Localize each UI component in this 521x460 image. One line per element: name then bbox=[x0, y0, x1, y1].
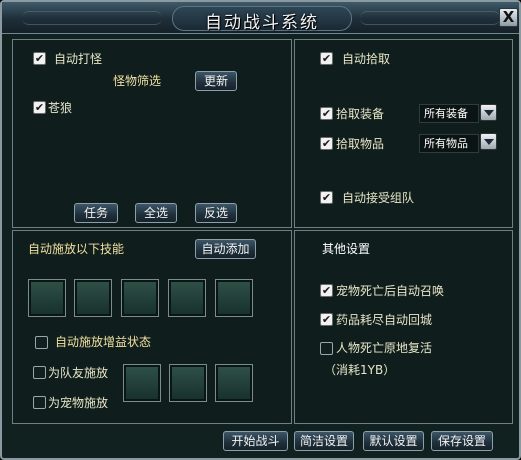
pickup-equipment-checkbox[interactable]: ✔ bbox=[320, 107, 333, 120]
pickup-items-dropdown-icon[interactable] bbox=[480, 133, 497, 150]
skill-slot-4[interactable] bbox=[168, 279, 206, 317]
potion-return-checkbox[interactable]: ✔ bbox=[320, 313, 333, 326]
auto-accept-team-checkbox[interactable]: ✔ bbox=[320, 191, 333, 204]
skill-slot-2[interactable] bbox=[74, 279, 112, 317]
skill-slot-5[interactable] bbox=[215, 279, 253, 317]
invert-selection-button[interactable]: 反选 bbox=[195, 203, 237, 223]
auto-add-button[interactable]: 自动添加 bbox=[195, 239, 256, 259]
auto-attack-checkbox[interactable]: ✔ bbox=[33, 52, 46, 65]
cast-pet-checkbox[interactable] bbox=[33, 396, 46, 409]
auto-pickup-checkbox[interactable]: ✔ bbox=[320, 52, 333, 65]
skill-slot-1[interactable] bbox=[28, 279, 66, 317]
pickup-equipment-dropdown-icon[interactable] bbox=[480, 104, 497, 121]
pickup-equipment-select[interactable]: 所有装备 bbox=[419, 104, 479, 123]
monster-filter-label: 怪物筛选 bbox=[113, 74, 162, 88]
pickup-items-select[interactable]: 所有物品 bbox=[419, 134, 479, 153]
other-settings-panel bbox=[294, 230, 513, 424]
simple-settings-button[interactable]: 简洁设置 bbox=[294, 431, 354, 451]
potion-return-label: 药品耗尽自动回城 bbox=[336, 313, 433, 327]
monster-label-canglang: 苍狼 bbox=[48, 101, 73, 115]
pickup-items-checkbox[interactable]: ✔ bbox=[320, 137, 333, 150]
cast-pet-label: 为宠物施放 bbox=[48, 396, 109, 410]
auto-battle-window: 自动战斗系统 X ✔ 自动打怪 怪物筛选 更新 ✔ 苍狼 任务 全选 反选 ✔ … bbox=[0, 0, 521, 460]
buff-slot-1[interactable] bbox=[123, 364, 161, 402]
title-bar[interactable]: 自动战斗系统 X bbox=[2, 2, 519, 34]
monster-checkbox-canglang[interactable]: ✔ bbox=[33, 101, 46, 114]
buff-state-checkbox[interactable] bbox=[35, 336, 48, 349]
title-ornament-right bbox=[360, 11, 500, 25]
monster-panel bbox=[12, 39, 292, 228]
auto-pickup-label: 自动拾取 bbox=[342, 52, 391, 66]
revive-in-place-label: 人物死亡原地复活 bbox=[336, 341, 433, 355]
auto-accept-team-label: 自动接受组队 bbox=[342, 191, 415, 205]
cast-teammate-checkbox[interactable] bbox=[33, 366, 46, 379]
task-button[interactable]: 任务 bbox=[74, 203, 118, 223]
skills-panel-title: 自动施放以下技能 bbox=[28, 242, 125, 256]
buff-slot-2[interactable] bbox=[169, 364, 207, 402]
save-settings-button[interactable]: 保存设置 bbox=[431, 431, 493, 451]
revive-cost-note: （消耗1YB） bbox=[324, 363, 396, 377]
default-settings-button[interactable]: 默认设置 bbox=[363, 431, 424, 451]
pet-resummon-checkbox[interactable]: ✔ bbox=[320, 284, 333, 297]
start-battle-button[interactable]: 开始战斗 bbox=[223, 431, 288, 451]
title-ornament-left bbox=[22, 11, 162, 25]
other-settings-title: 其他设置 bbox=[322, 242, 371, 256]
cast-teammate-label: 为队友施放 bbox=[48, 366, 109, 380]
window-title: 自动战斗系统 bbox=[205, 13, 319, 33]
close-button[interactable]: X bbox=[499, 8, 518, 27]
revive-in-place-checkbox[interactable] bbox=[320, 342, 333, 355]
pickup-items-label: 拾取物品 bbox=[336, 137, 385, 151]
buff-slot-3[interactable] bbox=[215, 364, 253, 402]
refresh-button[interactable]: 更新 bbox=[195, 71, 237, 91]
select-all-button[interactable]: 全选 bbox=[135, 203, 177, 223]
auto-attack-label: 自动打怪 bbox=[54, 52, 103, 66]
skill-slot-3[interactable] bbox=[121, 279, 159, 317]
pet-resummon-label: 宠物死亡后自动召唤 bbox=[336, 284, 445, 298]
pickup-equipment-label: 拾取装备 bbox=[336, 107, 385, 121]
buff-state-label: 自动施放增益状态 bbox=[55, 335, 152, 349]
